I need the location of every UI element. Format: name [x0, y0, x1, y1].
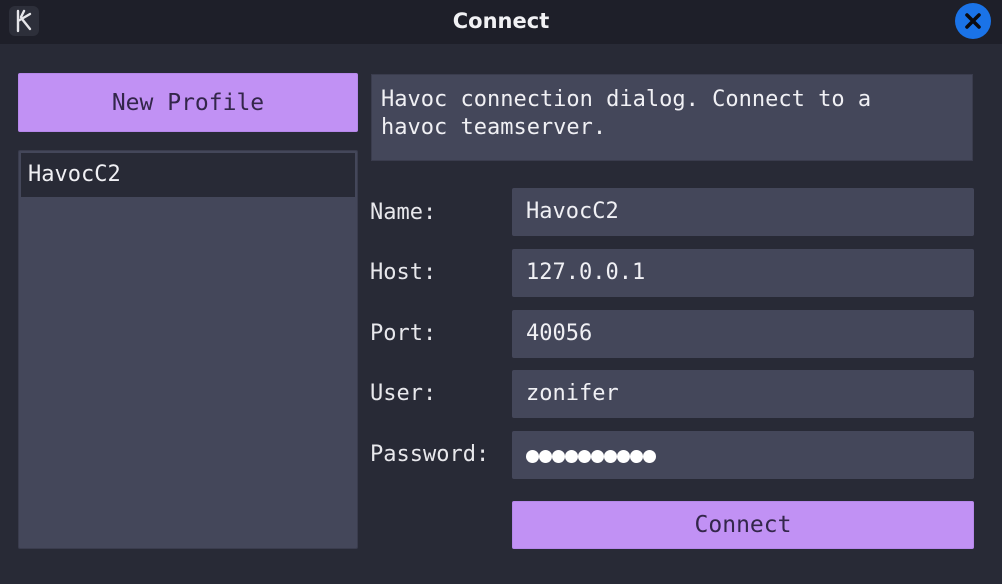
close-icon: [965, 13, 981, 29]
user-field[interactable]: [512, 370, 974, 418]
title-bar: Connect: [0, 0, 1002, 44]
profile-list[interactable]: HavocC2: [18, 150, 358, 549]
window-title: Connect: [452, 9, 550, 33]
host-label: Host:: [370, 260, 437, 285]
new-profile-button[interactable]: New Profile: [18, 73, 358, 132]
port-label: Port:: [370, 321, 437, 346]
name-label: Name:: [370, 200, 437, 225]
profile-item-havocc2[interactable]: HavocC2: [21, 153, 355, 197]
connect-dialog: Connect New Profile HavocC2 Havoc connec…: [0, 0, 1002, 584]
dialog-description: Havoc connection dialog. Connect to a ha…: [371, 74, 973, 161]
host-field[interactable]: [512, 249, 974, 297]
password-field[interactable]: [512, 431, 974, 479]
connect-button[interactable]: Connect: [512, 501, 974, 549]
user-label: User:: [370, 381, 437, 406]
password-label: Password:: [370, 442, 490, 467]
close-button[interactable]: [955, 3, 991, 39]
port-field[interactable]: [512, 310, 974, 358]
name-field[interactable]: [512, 188, 974, 236]
